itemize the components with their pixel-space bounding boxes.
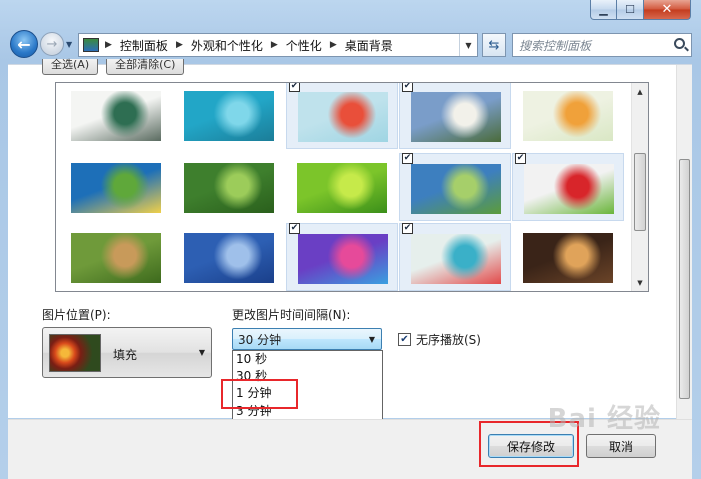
- wallpaper-thumbnail-green-valley[interactable]: [60, 153, 172, 221]
- picture-position-label: 图片位置(P):: [42, 308, 111, 322]
- wallpaper-image: [297, 163, 387, 213]
- caption-buttons: ▁ ☐ ✕: [590, 0, 691, 20]
- control-panel-icon: [83, 38, 99, 52]
- grid-scrollbar[interactable]: ▲ ▼: [631, 83, 648, 291]
- annotation-highlight-one-minute: [221, 379, 298, 409]
- arrow-right-icon: →: [46, 36, 58, 52]
- wallpaper-image: [71, 163, 161, 213]
- wallpaper-thumbnail-blue-sprout[interactable]: [173, 83, 285, 149]
- wallpaper-image: [411, 234, 501, 284]
- wallpaper-image: [411, 92, 501, 142]
- content-area: 全选(A) 全部清除(C) ▲ ▼ ✔ ✔ ✔ ✔ ✔ ✔ 图片位置(P): 填充 ▼ 更…: [8, 58, 692, 479]
- position-preview-image: [49, 334, 101, 372]
- breadcrumb-item-personalization[interactable]: 个性化: [286, 37, 322, 54]
- search-input[interactable]: 搜索控制面板: [512, 33, 692, 57]
- address-bar[interactable]: ▶ 控制面板 ▶ 外观和个性化 ▶ 个性化 ▶ 桌面背景 ▼: [78, 33, 478, 57]
- wallpaper-thumbnail-balloon-bottle[interactable]: ✔: [399, 223, 511, 291]
- navigation-bar: ← → ▼ ▶ 控制面板 ▶ 外观和个性化 ▶ 个性化 ▶ 桌面背景 ▼ ⇆ 搜…: [0, 28, 701, 62]
- wallpaper-image: [411, 164, 501, 214]
- selection-buttons: 全选(A) 全部清除(C): [42, 58, 185, 75]
- thumbnail-checkbox[interactable]: ✔: [289, 83, 300, 92]
- page-scroll-thumb[interactable]: [679, 159, 690, 399]
- shuffle-label: 无序播放(S): [416, 333, 481, 347]
- cancel-button[interactable]: 取消: [586, 434, 656, 458]
- thumbnail-checkbox[interactable]: ✔: [289, 223, 300, 234]
- thumbnail-checkbox[interactable]: ✔: [402, 223, 413, 234]
- breadcrumb-item-control-panel[interactable]: 控制面板: [120, 37, 168, 54]
- wallpaper-thumbnail-white-blossoms[interactable]: ✔: [399, 83, 511, 149]
- chevron-right-icon[interactable]: ▶: [271, 40, 278, 50]
- refresh-icon: ⇆: [488, 37, 500, 53]
- wallpaper-image: [523, 91, 613, 141]
- recent-pages-dropdown-icon[interactable]: ▼: [66, 40, 72, 49]
- chevron-right-icon: ▶: [105, 40, 112, 50]
- thumbnail-grid: ▲ ▼ ✔ ✔ ✔ ✔ ✔ ✔: [55, 82, 649, 292]
- clear-all-button[interactable]: 全部清除(C): [106, 58, 185, 75]
- arrow-left-icon: ←: [17, 34, 31, 54]
- interval-option[interactable]: 10 秒: [233, 351, 382, 368]
- window-frame: ▁ ☐ ✕ ← → ▼ ▶ 控制面板 ▶ 外观和个性化 ▶ 个性化 ▶ 桌面背景…: [0, 0, 701, 479]
- page-scrollbar[interactable]: [676, 65, 692, 419]
- scroll-up-icon[interactable]: ▲: [632, 83, 648, 100]
- thumbnail-checkbox[interactable]: ✔: [402, 153, 413, 164]
- dropdown-arrow-icon: ▼: [198, 348, 205, 357]
- address-dropdown-icon[interactable]: ▼: [459, 34, 477, 56]
- minimize-button[interactable]: ▁: [590, 0, 617, 20]
- wallpaper-image: [71, 233, 161, 283]
- maximize-button[interactable]: ☐: [617, 0, 644, 20]
- wallpaper-thumbnail-puppy[interactable]: [512, 223, 624, 291]
- chevron-right-icon[interactable]: ▶: [176, 40, 183, 50]
- shuffle-checkbox[interactable]: ✔: [398, 333, 411, 346]
- interval-selected-value: 30 分钟: [238, 332, 282, 347]
- select-all-button[interactable]: 全选(A): [42, 58, 99, 75]
- scroll-down-icon[interactable]: ▼: [632, 274, 648, 291]
- wallpaper-image: [298, 92, 388, 142]
- forward-button[interactable]: →: [40, 32, 64, 56]
- chevron-right-icon[interactable]: ▶: [330, 40, 337, 50]
- wallpaper-image: [71, 91, 161, 141]
- interval-label: 更改图片时间间隔(N):: [232, 308, 351, 322]
- close-button[interactable]: ✕: [644, 0, 691, 20]
- wallpaper-image: [298, 234, 388, 284]
- wallpaper-thumbnail-fruit-bowl[interactable]: ✔: [512, 153, 624, 221]
- picture-position-dropdown[interactable]: 填充 ▼: [42, 327, 212, 378]
- wallpaper-thumbnail-green-drops[interactable]: [286, 153, 398, 221]
- refresh-button[interactable]: ⇆: [482, 33, 506, 57]
- wallpaper-thumbnail-dandelion[interactable]: [173, 223, 285, 291]
- breadcrumb: ▶ 控制面板 ▶ 外观和个性化 ▶ 个性化 ▶ 桌面背景: [105, 37, 393, 54]
- interval-dropdown[interactable]: 30 分钟 ▼: [232, 328, 382, 350]
- breadcrumb-item-desktop-background[interactable]: 桌面背景: [345, 37, 393, 54]
- search-icon[interactable]: [674, 38, 685, 49]
- wallpaper-image: [184, 91, 274, 141]
- watermark-logo: Bai 经验: [547, 404, 661, 434]
- search-placeholder: 搜索控制面板: [519, 38, 592, 53]
- wallpaper-thumbnail-purple-streaks[interactable]: ✔: [286, 223, 398, 291]
- wallpaper-thumbnail-rabbits[interactable]: [60, 223, 172, 291]
- wallpaper-image: [523, 233, 613, 283]
- thumbnail-checkbox[interactable]: ✔: [515, 153, 526, 164]
- picture-position-value: 填充: [113, 348, 138, 362]
- wallpaper-thumbnail-watermelon[interactable]: ✔: [286, 83, 398, 149]
- wallpaper-thumbnail-fishbowl[interactable]: [512, 83, 624, 149]
- wallpaper-thumbnail-coastal-road[interactable]: ✔: [399, 153, 511, 221]
- grid-scroll-thumb[interactable]: [634, 153, 646, 231]
- wallpaper-thumbnail-green-plant[interactable]: [173, 153, 285, 221]
- wallpaper-thumbnail-chinese-gate[interactable]: [60, 83, 172, 149]
- wallpaper-image: [184, 163, 274, 213]
- breadcrumb-item-appearance[interactable]: 外观和个性化: [191, 37, 263, 54]
- wallpaper-image: [524, 164, 614, 214]
- wallpaper-image: [184, 233, 274, 283]
- shuffle-option[interactable]: ✔ 无序播放(S): [398, 331, 481, 348]
- dropdown-arrow-icon: ▼: [368, 335, 375, 344]
- thumbnail-checkbox[interactable]: ✔: [402, 83, 413, 92]
- back-button[interactable]: ←: [10, 30, 38, 58]
